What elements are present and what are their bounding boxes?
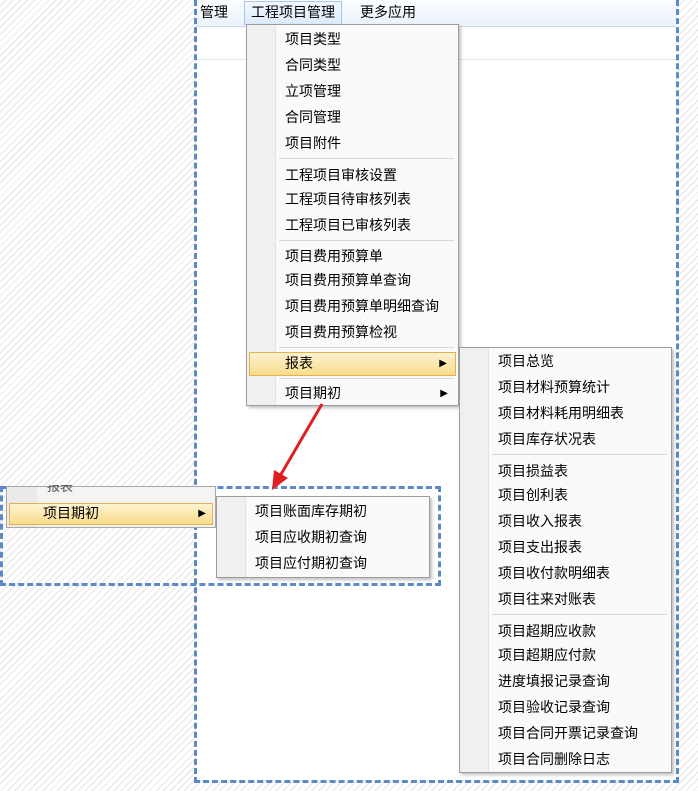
- project-opening-submenu: 项目账面库存期初 项目应收期初查询 项目应付期初查询: [216, 496, 430, 578]
- menu-item-project-attachment[interactable]: 项目附件: [249, 132, 456, 156]
- menu-item-label: 项目费用预算单: [285, 249, 383, 265]
- reports-submenu: 项目总览 项目材料预算统计 项目材料耗用明细表 项目库存状况表 项目损益表 项目…: [459, 347, 672, 773]
- menu-item-acceptance-record-query[interactable]: 项目验收记录查询: [462, 696, 669, 720]
- menu-separator: [279, 158, 454, 159]
- red-arrow-annotation: [272, 403, 324, 490]
- menu-item-project-type[interactable]: 项目类型: [249, 28, 456, 52]
- menu-item-label: 项目库存状况表: [498, 432, 596, 448]
- menu-item-label: 项目总览: [498, 354, 554, 370]
- menu-item-inventory-opening[interactable]: 项目账面库存期初: [219, 500, 427, 524]
- menu-item-label: 项目支出报表: [498, 540, 582, 556]
- menu-item-project-overview[interactable]: 项目总览: [462, 350, 669, 374]
- menu-item-label: 项目应付期初查询: [255, 556, 367, 572]
- menu-item-label: 项目创利表: [498, 488, 568, 504]
- arrow-shaft: [278, 403, 324, 477]
- menu-item-account-reconciliation[interactable]: 项目往来对账表: [462, 588, 669, 612]
- menubar-item-manage[interactable]: 管理: [194, 2, 234, 24]
- menu-item-label: 进度填报记录查询: [498, 674, 610, 690]
- menu-item-income-report[interactable]: 项目收入报表: [462, 510, 669, 534]
- menu-item-label: 项目合同开票记录查询: [498, 726, 638, 742]
- menu-item-audit-settings[interactable]: 工程项目审核设置: [249, 164, 456, 188]
- menu-item-label: 项目合同删除日志: [498, 752, 610, 768]
- menu-item-label: 合同管理: [285, 110, 341, 126]
- menu-item-label: 报表: [285, 356, 313, 372]
- menu-item-label: 项目应收期初查询: [255, 530, 367, 546]
- menubar: 管理 工程项目管理 更多应用: [196, 0, 676, 27]
- menubar-item-more-apps[interactable]: 更多应用: [354, 2, 422, 24]
- menu-separator: [279, 240, 454, 241]
- menu-item-label: 项目材料耗用明细表: [498, 406, 624, 422]
- menu-item-label: 项目费用预算单明细查询: [285, 299, 439, 315]
- menu-item-audited-list[interactable]: 工程项目已审核列表: [249, 214, 456, 238]
- menu-item-project-setup[interactable]: 立项管理: [249, 80, 456, 104]
- menu-item-invoice-record-query[interactable]: 项目合同开票记录查询: [462, 722, 669, 746]
- menu-item-reports[interactable]: 报表 ▶: [249, 352, 456, 376]
- menu-item-label: 工程项目已审核列表: [285, 218, 411, 234]
- menu-item-label: 项目往来对账表: [498, 592, 596, 608]
- menu-item-overdue-receivables[interactable]: 项目超期应收款: [462, 620, 669, 644]
- menu-item-payment-detail[interactable]: 项目收付款明细表: [462, 562, 669, 586]
- submenu-arrow-icon: ▶: [439, 358, 447, 369]
- menu-item-receivable-opening-query[interactable]: 项目应收期初查询: [219, 526, 427, 550]
- menu-item-label: 合同类型: [285, 58, 341, 74]
- menu-item-label: 项目超期应收款: [498, 624, 596, 640]
- menu-item-progress-record-query[interactable]: 进度填报记录查询: [462, 670, 669, 694]
- menu-item-label: 项目收付款明细表: [498, 566, 610, 582]
- menu-separator: [279, 347, 454, 348]
- project-manage-menu: 项目类型 合同类型 立项管理 合同管理 项目附件 工程项目审核设置 工程项目待审…: [246, 24, 459, 406]
- menu-item-pending-audit-list[interactable]: 工程项目待审核列表: [249, 188, 456, 212]
- submenu-arrow-icon: ▶: [440, 388, 448, 399]
- menu-item-overdue-payables[interactable]: 项目超期应付款: [462, 644, 669, 668]
- menu-item-budget-sheet[interactable]: 项目费用预算单: [249, 245, 456, 269]
- menu-item-profit-creation[interactable]: 项目创利表: [462, 484, 669, 508]
- menu-separator: [492, 454, 667, 455]
- menu-separator: [279, 378, 454, 379]
- menu-item-contract-manage[interactable]: 合同管理: [249, 106, 456, 130]
- menu-item-label: 项目验收记录查询: [498, 700, 610, 716]
- menu-item-payable-opening-query[interactable]: 项目应付期初查询: [219, 552, 427, 576]
- clipped-menu-item-label: 报表: [47, 485, 74, 495]
- project-opening-parent-menu: 报表 项目期初 ▶: [6, 485, 216, 528]
- menu-item-label: 立项管理: [285, 84, 341, 100]
- menu-item-label: 项目材料预算统计: [498, 380, 610, 396]
- menu-item-label: 项目超期应付款: [498, 648, 596, 664]
- menu-item-expense-report[interactable]: 项目支出报表: [462, 536, 669, 560]
- menu-item-label: 项目费用预算单查询: [285, 273, 411, 289]
- menu-item-label: 项目账面库存期初: [255, 504, 367, 520]
- menu-item-contract-type[interactable]: 合同类型: [249, 54, 456, 78]
- menu-item-label: 项目附件: [285, 136, 341, 152]
- menu-item-project-opening-highlighted[interactable]: 项目期初 ▶: [9, 503, 213, 525]
- menu-item-budget-review[interactable]: 项目费用预算检视: [249, 321, 456, 345]
- menu-item-label: 工程项目审核设置: [285, 168, 397, 184]
- menu-item-label: 项目损益表: [498, 464, 568, 480]
- menu-item-label: 项目期初: [43, 506, 99, 522]
- menu-item-label: 工程项目待审核列表: [285, 192, 411, 208]
- menu-item-label: 项目费用预算检视: [285, 325, 397, 341]
- menu-item-material-budget-stats[interactable]: 项目材料预算统计: [462, 376, 669, 400]
- menubar-item-project-manage[interactable]: 工程项目管理: [244, 1, 342, 25]
- menu-item-inventory-status[interactable]: 项目库存状况表: [462, 428, 669, 452]
- menu-item-label: 项目收入报表: [498, 514, 582, 530]
- menu-item-label: 项目类型: [285, 32, 341, 48]
- menu-item-budget-detail-query[interactable]: 项目费用预算单明细查询: [249, 295, 456, 319]
- submenu-arrow-icon: ▶: [198, 508, 206, 519]
- menu-item-budget-sheet-query[interactable]: 项目费用预算单查询: [249, 269, 456, 293]
- arrow-head: [272, 470, 288, 490]
- menu-item-contract-delete-log[interactable]: 项目合同删除日志: [462, 748, 669, 772]
- menu-separator: [492, 614, 667, 615]
- menu-item-profit-loss[interactable]: 项目损益表: [462, 460, 669, 484]
- menu-item-material-usage-detail[interactable]: 项目材料耗用明细表: [462, 402, 669, 426]
